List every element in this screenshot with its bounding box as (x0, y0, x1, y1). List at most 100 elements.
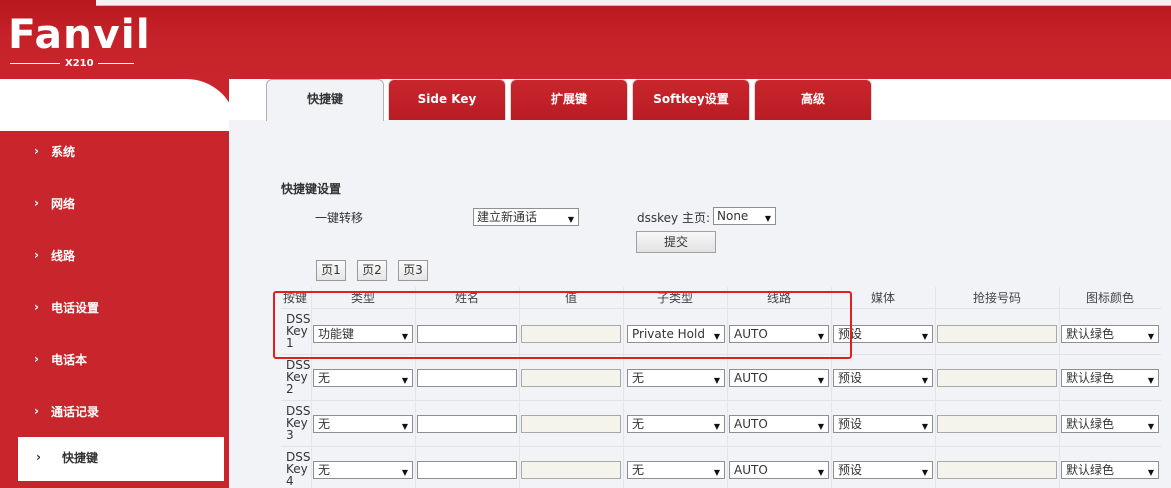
dropdown-arrow-icon: ▼ (921, 332, 928, 341)
select-value: 无 (318, 463, 331, 477)
dropdown-arrow-icon: ▼ (817, 422, 824, 431)
browser-address-strip (96, 0, 1171, 6)
section-title: 快捷键设置 (281, 182, 342, 196)
model-label: X210 (65, 58, 94, 69)
page-2-button[interactable]: 页2 (357, 260, 387, 281)
page-1-button[interactable]: 页1 (316, 260, 346, 281)
tab-dsskey[interactable]: 快捷键 (266, 79, 384, 121)
dsskey-home-select[interactable]: None ▼ (713, 207, 776, 225)
tab-side-key[interactable]: Side Key (388, 79, 506, 120)
sidebar-item-label: 网络 (51, 197, 76, 211)
sidebar-item-label: 电话设置 (51, 301, 100, 315)
logo-dash-left (10, 63, 60, 64)
dropdown-arrow-icon: ▼ (401, 422, 408, 431)
chevron-right-icon: › (36, 450, 41, 464)
sidebar-item-phone-settings[interactable]: › 电话设置 (0, 287, 224, 331)
column-header-icon-color: 图标颜色 (1059, 287, 1161, 309)
pickup-number-input[interactable] (937, 369, 1057, 387)
value-input[interactable] (521, 415, 621, 433)
icon-color-select[interactable]: 默认绿色 ▼ (1061, 415, 1159, 433)
select-value: AUTO (734, 463, 768, 477)
sidebar-curve (0, 79, 236, 131)
sidebar-item-label: 系统 (51, 145, 76, 159)
dropdown-arrow-icon: ▼ (401, 468, 408, 477)
icon-color-select[interactable]: 默认绿色 ▼ (1061, 369, 1159, 387)
chevron-right-icon: › (34, 144, 39, 158)
table-row: DSS Key 3 无 ▼ 无 ▼ AUTO ▼ 预设 ▼ 默认绿色 ▼ (281, 401, 1161, 447)
chevron-right-icon: › (34, 352, 39, 366)
annotation-highlight-box (273, 291, 852, 359)
sidebar-item-label: 线路 (51, 249, 76, 263)
type-select[interactable]: 无 ▼ (313, 369, 413, 387)
dropdown-arrow-icon: ▼ (1147, 376, 1154, 385)
name-input[interactable] (417, 369, 517, 387)
select-value: 无 (318, 371, 331, 385)
logo-text: Fanvil (8, 12, 151, 58)
dropdown-arrow-icon: ▼ (713, 376, 720, 385)
table-row: DSS Key 2 无 ▼ 无 ▼ AUTO ▼ 预设 ▼ 默认绿色 ▼ (281, 355, 1161, 401)
select-value: 预设 (838, 417, 863, 431)
value-input[interactable] (521, 369, 621, 387)
icon-color-select[interactable]: 默认绿色 ▼ (1061, 325, 1159, 343)
pickup-number-input[interactable] (937, 415, 1057, 433)
media-select[interactable]: 预设 ▼ (833, 461, 933, 479)
name-input[interactable] (417, 415, 517, 433)
sidebar-item-phonebook[interactable]: › 电话本 (0, 339, 224, 383)
tab-advanced[interactable]: 高级 (754, 79, 872, 120)
type-select[interactable]: 无 ▼ (313, 461, 413, 479)
row-key-name: DSS Key 2 (286, 358, 311, 396)
submit-button[interactable]: 提交 (636, 231, 716, 253)
dropdown-arrow-icon: ▼ (817, 468, 824, 477)
value-input[interactable] (521, 461, 621, 479)
pickup-number-input[interactable] (937, 461, 1057, 479)
sidebar-item-network[interactable]: › 网络 (0, 183, 224, 227)
media-select[interactable]: 预设 ▼ (833, 369, 933, 387)
line-select[interactable]: AUTO ▼ (729, 369, 829, 387)
sidebar-item-dsskey[interactable]: › 快捷键 (18, 437, 224, 481)
type-select[interactable]: 无 ▼ (313, 415, 413, 433)
subtype-select[interactable]: 无 ▼ (627, 369, 725, 387)
select-value: 无 (632, 371, 645, 385)
tab-softkey-settings[interactable]: Softkey设置 (632, 79, 750, 120)
icon-color-select[interactable]: 默认绿色 ▼ (1061, 461, 1159, 479)
onekey-transfer-select[interactable]: 建立新通话 ▼ (473, 208, 579, 226)
row-key-name: DSS Key 4 (286, 450, 311, 488)
header-bar (0, 0, 1171, 79)
row-key-name: DSS Key 3 (286, 404, 311, 442)
onekey-transfer-label: 一键转移 (315, 211, 364, 225)
subtype-select[interactable]: 无 ▼ (627, 461, 725, 479)
pickup-number-input[interactable] (937, 325, 1057, 343)
column-header-pickup-number: 抢接号码 (935, 287, 1059, 309)
sidebar-item-label: 快捷键 (62, 451, 99, 465)
select-value: 默认绿色 (1066, 463, 1115, 477)
dropdown-arrow-icon: ▼ (713, 468, 720, 477)
dropdown-arrow-icon: ▼ (921, 468, 928, 477)
dropdown-arrow-icon: ▼ (921, 376, 928, 385)
app-window: Fanvil X210 › 系统 › 网络 › 线路 › 电话设置 › 电话本 … (0, 0, 1171, 488)
select-value: 预设 (838, 463, 863, 477)
chevron-right-icon: › (34, 300, 39, 314)
select-value: 无 (632, 463, 645, 477)
page-3-button[interactable]: 页3 (398, 260, 428, 281)
line-select[interactable]: AUTO ▼ (729, 415, 829, 433)
logo-dash-right (98, 63, 134, 64)
select-value: AUTO (734, 417, 768, 431)
dropdown-arrow-icon: ▼ (921, 422, 928, 431)
name-input[interactable] (417, 461, 517, 479)
subtype-select[interactable]: 无 ▼ (627, 415, 725, 433)
table-row: DSS Key 4 无 ▼ 无 ▼ AUTO ▼ 预设 ▼ 默认绿色 ▼ (281, 447, 1161, 488)
sidebar-item-label: 电话本 (51, 353, 88, 367)
select-value: 默认绿色 (1066, 327, 1115, 341)
select-value: None (717, 209, 749, 223)
tab-expansion-key[interactable]: 扩展键 (510, 79, 628, 120)
logo-model-row: X210 (8, 58, 136, 69)
select-value: AUTO (734, 371, 768, 385)
select-value: 建立新通话 (477, 210, 538, 224)
sidebar-item-call-log[interactable]: › 通话记录 (0, 391, 224, 435)
select-value: 预设 (838, 371, 863, 385)
media-select[interactable]: 预设 ▼ (833, 415, 933, 433)
sidebar-item-line[interactable]: › 线路 (0, 235, 224, 279)
sidebar-item-system[interactable]: › 系统 (0, 131, 224, 175)
dropdown-arrow-icon: ▼ (401, 376, 408, 385)
line-select[interactable]: AUTO ▼ (729, 461, 829, 479)
